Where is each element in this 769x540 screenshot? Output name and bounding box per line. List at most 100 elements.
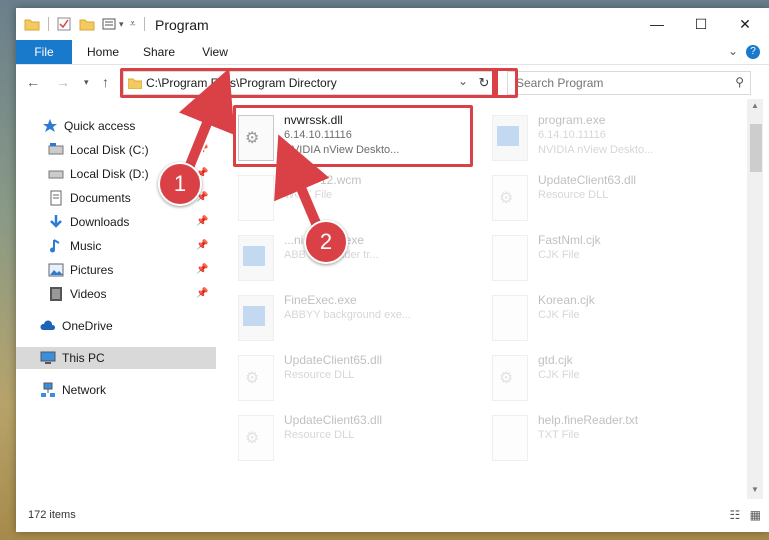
ribbon-expand-icon[interactable]: ⌄ [728, 44, 738, 58]
recent-locations-icon[interactable]: ▾ [84, 77, 89, 88]
nav-item-network[interactable]: Network [16, 379, 233, 401]
documents-icon [50, 190, 62, 206]
file-name: FineExec.exe [284, 293, 357, 307]
music-icon [50, 239, 60, 253]
explorer-window: ▾ ⩡ Program — ☐ ✕ File Home Share View ⌄… [16, 8, 769, 532]
file-type: CJK File [538, 369, 580, 381]
nav-item-local-disk-c[interactable]: Local Disk (C:) 📌 [16, 139, 241, 161]
item-count: 172 items [28, 509, 76, 521]
status-bar: 172 items ☷ ▦ [16, 506, 769, 528]
app-icon [238, 235, 274, 281]
videos-icon [50, 287, 62, 301]
nav-item-music[interactable]: Music 📌 [16, 235, 241, 257]
help-icon[interactable]: ? [746, 45, 760, 59]
file-name: gtd.cjk [538, 353, 573, 367]
nav-label: Quick access [64, 119, 136, 133]
new-folder-icon[interactable] [79, 17, 95, 31]
nav-item-pictures[interactable]: Pictures 📌 [16, 259, 241, 281]
nav-item-onedrive[interactable]: OneDrive [16, 315, 233, 337]
search-box[interactable]: ⚲ [507, 71, 751, 95]
file-icon [492, 235, 528, 281]
forward-icon[interactable]: → [56, 74, 70, 90]
nav-item-downloads[interactable]: Downloads 📌 [16, 211, 241, 233]
close-button[interactable]: ✕ [723, 8, 767, 40]
details-view-icon[interactable]: ☷ [730, 508, 741, 522]
nav-item-this-pc[interactable]: This PC [16, 347, 233, 369]
file-type: Resource DLL [284, 429, 355, 441]
tab-home[interactable]: Home [78, 40, 128, 64]
title-bar: ▾ ⩡ Program — ☐ ✕ [16, 8, 769, 40]
file-item[interactable]: ⚙ UpdateClient65.dll Resource DLL [238, 349, 468, 405]
file-item[interactable]: ⚙ gtd.cjk CJK File [492, 349, 722, 405]
nav-item-videos[interactable]: Videos 📌 [16, 283, 241, 305]
file-name: UpdateClient63.dll [284, 413, 383, 427]
gear-icon: ⚙ [238, 355, 274, 401]
cloud-icon [40, 320, 56, 330]
scroll-thumb[interactable] [750, 124, 762, 172]
vertical-scrollbar[interactable]: ▲ ▼ [747, 99, 763, 499]
nav-label: Music [70, 239, 102, 253]
file-type: CJK File [538, 309, 580, 321]
back-icon[interactable]: ← [26, 74, 40, 90]
file-item[interactable]: help.fineReader.txt TXT File [492, 409, 722, 465]
callout-badge-2: 2 [304, 220, 348, 264]
nav-item-quick-access[interactable]: Quick access [16, 115, 235, 137]
refresh-highlight [492, 68, 518, 98]
nav-label: Videos [70, 287, 107, 301]
properties-icon[interactable] [57, 17, 71, 31]
window-title: Program [155, 17, 209, 33]
nav-item-local-disk-d[interactable]: Local Disk (D:) 📌 [16, 163, 241, 185]
pin-icon: 📌 [196, 288, 209, 299]
tab-share[interactable]: Share [134, 40, 184, 64]
file-icon [492, 295, 528, 341]
file-type: Resource DLL [538, 189, 609, 201]
star-icon [43, 119, 57, 132]
file-item[interactable]: FineExec.exe ABBYY background exe... [238, 289, 468, 345]
file-item[interactable]: ⚙ UpdateClient63.dll Resource DLL [492, 169, 722, 225]
scroll-up-icon[interactable]: ▲ [751, 101, 759, 110]
file-item[interactable]: ⚙ UpdateClient63.dll Resource DLL [238, 409, 468, 465]
nav-label: Network [62, 383, 107, 397]
navigation-pane: Quick access Local Disk (C:) 📌 Local Dis… [16, 99, 233, 499]
scroll-down-icon[interactable]: ▼ [751, 485, 759, 494]
file-item[interactable]: ...oWP12.wcm WCM File [238, 169, 468, 225]
file-icon [492, 415, 528, 461]
pin-icon: 📌 [196, 216, 209, 227]
up-icon[interactable]: ↑ [102, 74, 109, 90]
quick-access-toolbar: ▾ ⩡ [24, 16, 145, 32]
qa-expand-icon[interactable]: ⩡ [130, 18, 136, 31]
pin-icon: 📌 [196, 144, 209, 155]
file-icon [238, 175, 274, 221]
search-input[interactable] [514, 75, 728, 91]
network-icon [41, 382, 55, 397]
file-name: FastNml.cjk [538, 233, 601, 247]
minimize-icon: — [650, 16, 664, 32]
nav-label: OneDrive [62, 319, 113, 333]
file-name: ...oWP12.wcm [284, 173, 362, 187]
nav-item-documents[interactable]: Documents 📌 [16, 187, 241, 209]
pin-icon: 📌 [196, 240, 209, 251]
file-type: ABBYY background exe... [284, 309, 411, 321]
app-icon [492, 115, 528, 161]
nav-label: Downloads [70, 215, 130, 229]
qa-dropdown-icon[interactable]: ▾ [119, 19, 124, 30]
nav-label: Documents [70, 191, 131, 205]
pin-icon: 📌 [196, 264, 209, 275]
app-icon [238, 295, 274, 341]
file-item[interactable]: Korean.cjk CJK File [492, 289, 722, 345]
file-item[interactable]: FastNml.cjk CJK File [492, 229, 722, 285]
tab-view[interactable]: View [190, 40, 240, 64]
drive-icon [48, 170, 64, 179]
file-item[interactable]: ...ninstaller.exe ABBYY...reader tr... [238, 229, 468, 285]
file-name: UpdateClient63.dll [538, 173, 637, 187]
customize-icon[interactable] [101, 17, 117, 31]
folder-icon[interactable] [24, 17, 40, 31]
large-icons-view-icon[interactable]: ▦ [750, 508, 761, 522]
minimize-button[interactable]: — [635, 8, 679, 40]
tab-file[interactable]: File [16, 40, 72, 64]
maximize-button[interactable]: ☐ [679, 8, 723, 40]
view-toggle: ☷ ▦ [730, 508, 761, 522]
file-item-program-exe[interactable]: program.exe 6.14.10.11116 NVIDIA nView D… [492, 109, 722, 165]
nav-label: Local Disk (C:) [70, 143, 149, 157]
gear-icon: ⚙ [492, 355, 528, 401]
